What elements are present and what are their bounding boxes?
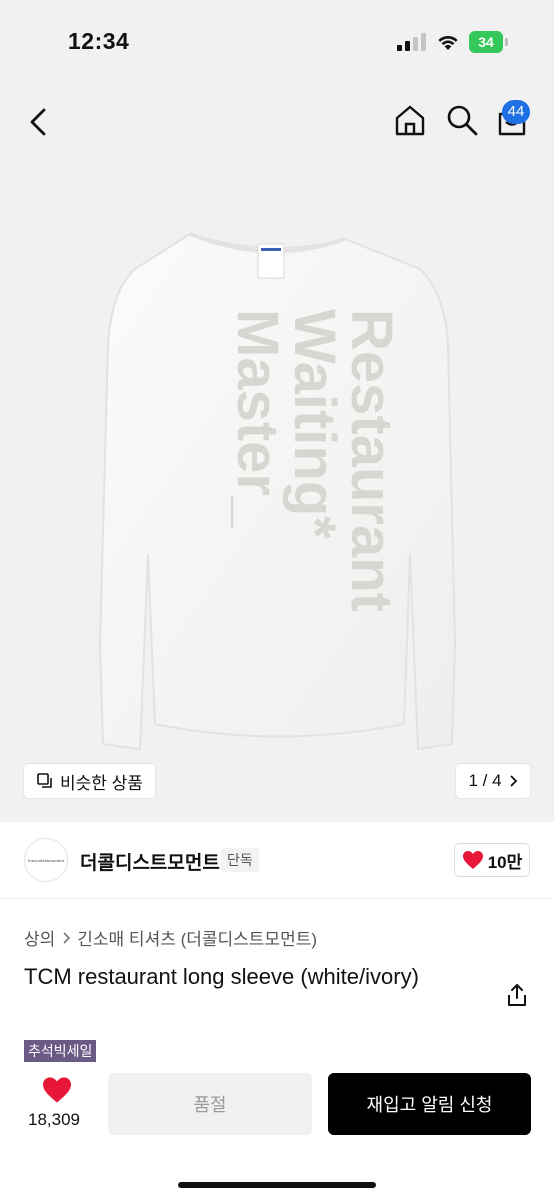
print-line-2: Waiting* [282, 309, 347, 539]
similar-products-label: 비슷한 상품 [60, 773, 143, 793]
breadcrumb-category[interactable]: 상의 [24, 925, 55, 950]
product-image[interactable]: Restaurant Waiting* Master_ [0, 84, 554, 822]
home-indicator [178, 1182, 376, 1188]
status-bar: 12:34 34 [0, 0, 554, 84]
product-photo-tshirt: Restaurant Waiting* Master_ [98, 232, 457, 751]
breadcrumb: 상의 긴소매 티셔츠 (더콜디스트모먼트) [24, 925, 317, 950]
brand-logo[interactable]: thecoolestmoment [24, 838, 68, 882]
image-pager[interactable]: 1 / 4 [456, 764, 530, 798]
exclusive-tag: 단독 [221, 848, 259, 872]
cellular-signal-icon [397, 33, 426, 51]
print-line-1: Restaurant [339, 309, 404, 612]
wishlist-count: 18,309 [28, 1110, 80, 1129]
brand-like-button[interactable]: 10만 [454, 843, 530, 877]
wifi-icon [438, 35, 458, 50]
product-title: TCM restaurant long sleeve (white/ivory) [24, 964, 419, 989]
sale-badge: 추석빅세일 [24, 1040, 97, 1062]
heart-filled-icon [43, 1077, 71, 1103]
home-icon[interactable] [392, 102, 428, 138]
brand-like-count: 10만 [487, 852, 523, 872]
page-indicator: 1 / 4 [468, 771, 502, 790]
sold-out-button: 품절 [108, 1073, 312, 1135]
back-arrow-icon[interactable] [20, 102, 60, 142]
battery-indicator: 34 [469, 31, 509, 53]
brand-name[interactable]: 더콜디스트모먼트 [80, 848, 220, 875]
chevron-right-icon [63, 931, 71, 944]
cart-count-badge: 44 [502, 100, 530, 124]
similar-products-button[interactable]: 비슷한 상품 [24, 764, 155, 798]
search-icon[interactable] [444, 102, 480, 138]
status-time: 12:34 [68, 28, 130, 54]
breadcrumb-subcategory[interactable]: 긴소매 티셔츠 (더콜디스트모먼트) [77, 925, 317, 950]
battery-level: 34 [469, 31, 503, 53]
print-line-3: Master_ [225, 309, 290, 529]
restock-alert-button[interactable]: 재입고 알림 신청 [328, 1073, 531, 1135]
share-icon[interactable] [505, 982, 529, 1008]
heart-icon [462, 851, 483, 869]
copy-icon [37, 773, 52, 788]
chevron-right-icon [509, 775, 517, 787]
